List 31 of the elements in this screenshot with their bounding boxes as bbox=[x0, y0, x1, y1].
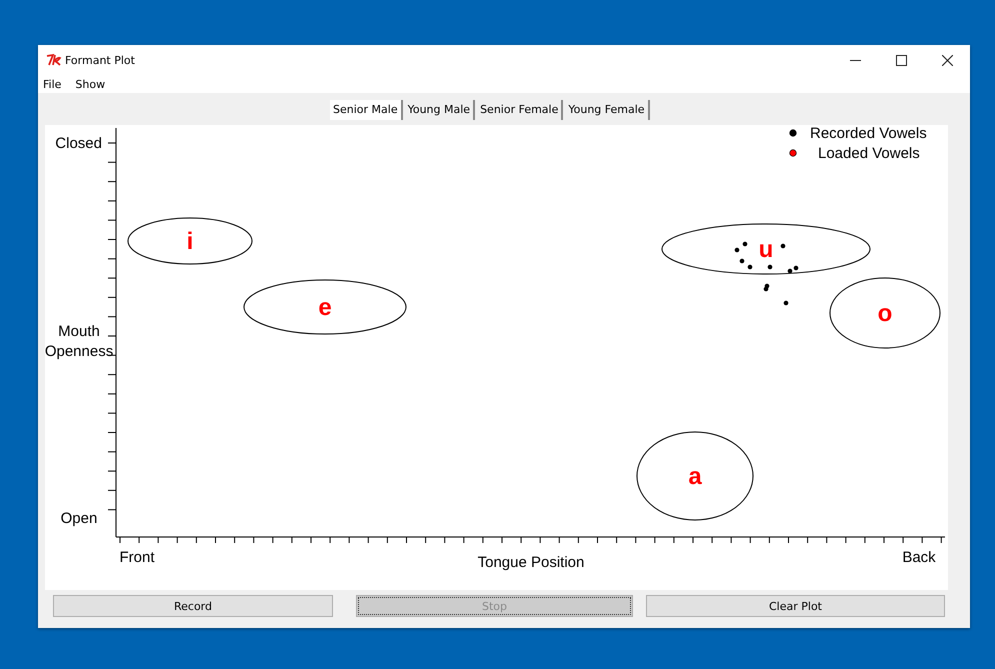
data-point bbox=[780, 244, 786, 248]
menu-item[interactable]: Show bbox=[75, 78, 106, 90]
maximize-icon[interactable] bbox=[896, 54, 907, 66]
button[interactable]: Record bbox=[53, 595, 333, 617]
axis-label: Back bbox=[902, 549, 936, 566]
data-point bbox=[734, 248, 740, 252]
legend-label: Loaded Vowels bbox=[818, 145, 920, 162]
vowel-label: o bbox=[878, 300, 892, 327]
legend-label: Recorded Vowels bbox=[810, 125, 927, 142]
data-point bbox=[742, 242, 748, 246]
button[interactable]: Clear Plot bbox=[646, 595, 945, 617]
axis-label: Front bbox=[120, 549, 154, 566]
tab[interactable]: Young Female bbox=[565, 100, 650, 120]
data-point bbox=[740, 258, 744, 264]
vowel-label: a bbox=[688, 463, 702, 490]
data-point bbox=[748, 264, 752, 270]
menu-item[interactable]: File bbox=[43, 78, 62, 90]
vowel-label: u bbox=[758, 236, 774, 263]
window-title: Formant Plot bbox=[65, 54, 135, 66]
data-point bbox=[784, 300, 788, 306]
axis-label: Open bbox=[60, 510, 98, 527]
axis-title: Tongue Position bbox=[478, 554, 584, 571]
vowel-label: i bbox=[186, 228, 194, 255]
axis-label: Closed bbox=[55, 135, 102, 152]
app-icon bbox=[46, 54, 62, 66]
data-point bbox=[768, 264, 772, 270]
vowel-label: e bbox=[318, 294, 332, 321]
axis-label: Mouth Openness bbox=[45, 323, 114, 360]
tab[interactable]: Young Male bbox=[404, 100, 476, 120]
close-icon[interactable] bbox=[942, 54, 953, 66]
tab[interactable]: Senior Male bbox=[330, 100, 403, 120]
